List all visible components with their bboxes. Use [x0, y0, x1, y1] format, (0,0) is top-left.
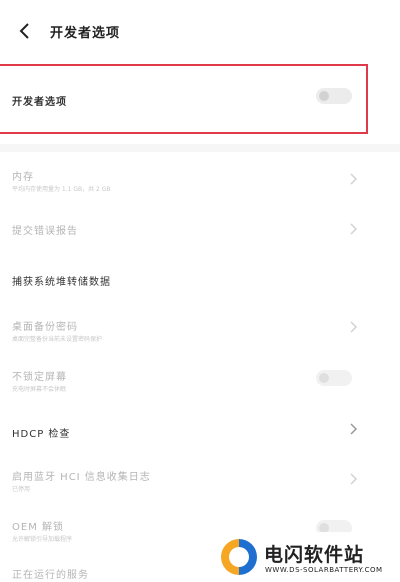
item-subtitle: 桌面完整备份当前未设置密码保护 [12, 336, 103, 343]
section-divider [0, 144, 400, 152]
item-label: 不锁定屏幕 [12, 372, 67, 383]
item-label: 启用蓝牙 HCI 信息收集日志 [12, 472, 151, 483]
item-subtitle: 允许解锁引导加载程序 [12, 536, 73, 543]
chevron-right-icon [350, 173, 358, 185]
item-subtitle: 平均内存使用量为 1.1 GB，共 2 GB [12, 186, 111, 193]
chevron-right-icon [350, 473, 358, 485]
item-label: 捕获系统堆转储数据 [12, 277, 111, 288]
list-item-submit-bug-report[interactable]: 提交错误报告 [0, 212, 400, 244]
chevron-right-icon [350, 423, 358, 435]
list-item-bluetooth-hci-log[interactable]: 启用蓝牙 HCI 信息收集日志 已停用 [0, 462, 400, 502]
header: 开发者选项 [0, 0, 400, 64]
list-item-memory[interactable]: 内存 平均内存使用量为 1.1 GB，共 2 GB [0, 160, 400, 200]
stay-awake-toggle[interactable] [316, 370, 352, 386]
list-item-stay-awake[interactable]: 不锁定屏幕 充电时屏幕不会休眠 [0, 362, 400, 402]
developer-options-label: 开发者选项 [12, 97, 67, 108]
item-label: 内存 [12, 172, 34, 183]
list-item-backup-password[interactable]: 桌面备份密码 桌面完整备份当前未设置密码保护 [0, 312, 400, 352]
item-label: 正在运行的服务 [12, 570, 89, 581]
item-label: 提交错误报告 [12, 226, 78, 237]
item-subtitle: 已停用 [12, 486, 31, 493]
back-arrow-icon[interactable] [14, 20, 36, 42]
chevron-right-icon [350, 223, 358, 235]
item-subtitle: 充电时屏幕不会休眠 [12, 386, 67, 393]
list-item-heap-dump[interactable]: 捕获系统堆转储数据 [0, 264, 400, 296]
brand-logo-icon [221, 539, 257, 575]
item-label: HDCP 检查 [12, 429, 71, 440]
watermark-url: WWW.DS-SOLARBATTERY.COM [265, 566, 383, 574]
item-label: OEM 解锁 [12, 522, 64, 533]
page-title: 开发者选项 [50, 26, 121, 41]
watermark-brand-name: 电闪软件站 [264, 544, 365, 566]
watermark: 电闪软件站 WWW.DS-SOLARBATTERY.COM [212, 532, 400, 582]
item-label: 桌面备份密码 [12, 322, 78, 333]
developer-options-toggle[interactable] [316, 88, 352, 104]
list-item-hdcp-check[interactable]: HDCP 检查 [0, 416, 400, 448]
chevron-right-icon [350, 321, 358, 333]
developer-options-toggle-row[interactable]: 开发者选项 [0, 64, 400, 134]
